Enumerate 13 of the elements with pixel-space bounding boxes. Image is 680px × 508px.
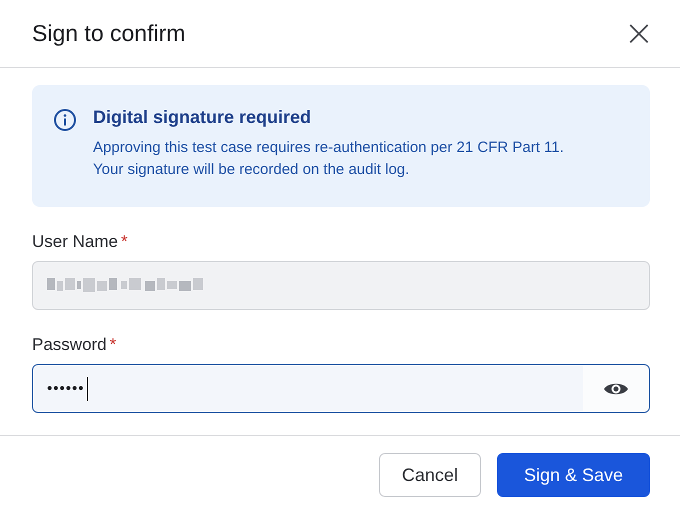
field-label: User Name bbox=[32, 232, 118, 252]
password-field[interactable]: •••••• bbox=[32, 364, 650, 413]
input-field[interactable] bbox=[32, 261, 650, 310]
sign-save-button[interactable]: Sign & Save bbox=[496, 453, 650, 497]
notice-text: Approving this test case requires re-authentication per 21 CFR Part 11. Your signature will be recorded on the audit log. bbox=[93, 138, 564, 180]
notice-title: Digital signature required bbox=[93, 107, 312, 128]
required-mark: * bbox=[110, 335, 116, 355]
cancel-button[interactable]: Cancel bbox=[378, 453, 481, 497]
close-button[interactable]: × bbox=[620, 16, 658, 52]
info-icon bbox=[53, 108, 77, 132]
required-mark: * bbox=[120, 232, 128, 252]
dialog-title: Sign to confirm bbox=[32, 20, 186, 47]
field-label: Password bbox=[32, 335, 107, 355]
